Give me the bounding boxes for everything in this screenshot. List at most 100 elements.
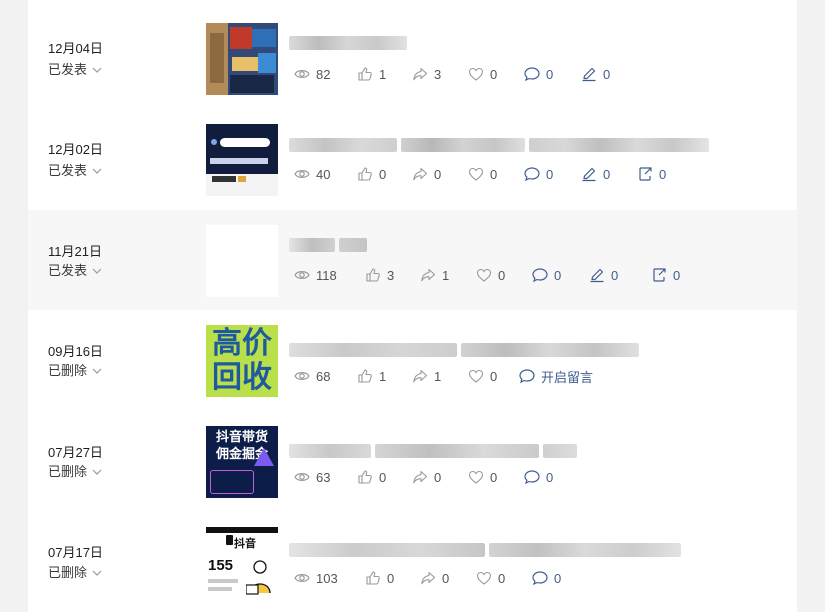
heart-icon (468, 67, 484, 81)
comment-bubble-icon (519, 369, 535, 384)
enable-comments-link[interactable]: 开启留言 (519, 367, 609, 386)
post-thumbnail[interactable] (206, 225, 278, 297)
chevron-down-icon (92, 67, 102, 73)
export-metric[interactable]: 0 (651, 267, 707, 283)
comments-count: 0 (546, 469, 554, 485)
shares-count: 3 (434, 66, 442, 82)
list-item: 12月02日 已发表 40 0 0 0 0 0 0 (28, 100, 797, 200)
heart-icon (468, 470, 484, 484)
chevron-down-icon (92, 570, 102, 576)
edit-count: 0 (603, 166, 611, 182)
post-metrics: 82 1 3 0 0 0 (294, 65, 637, 83)
pencil-icon (582, 167, 596, 182)
post-thumbnail[interactable]: 抖音带货 佣金掘金 (206, 426, 278, 498)
thumbnail-image (206, 23, 278, 95)
comment-bubble-icon (524, 167, 540, 182)
comments-metric[interactable]: 0 (524, 66, 581, 82)
comment-bubble-icon (532, 571, 548, 586)
likes-count: 3 (387, 267, 395, 283)
shares-metric: 3 (412, 66, 468, 82)
export-doc-icon (639, 167, 652, 181)
likes-metric: 3 (365, 267, 420, 283)
status-label: 已删除 (48, 565, 88, 580)
post-title-blurred[interactable] (289, 342, 639, 358)
thumbnail-caption-line (208, 579, 238, 583)
likes-count: 0 (379, 166, 387, 182)
publish-date: 07月17日 (48, 545, 103, 560)
views-metric: 118 (294, 267, 365, 283)
favorites-metric: 0 (468, 166, 524, 182)
thumbnail-headline: 高价 (212, 326, 272, 361)
shares-count: 1 (434, 368, 442, 384)
person-illustration (245, 559, 274, 595)
heart-icon (468, 167, 484, 181)
views-metric: 68 (294, 368, 357, 384)
status-label: 已删除 (48, 363, 88, 378)
likes-metric: 0 (357, 469, 412, 485)
post-thumbnail[interactable]: 抖音 155 (206, 527, 278, 599)
status-dropdown[interactable]: 已发表 (48, 62, 102, 78)
export-count: 0 (673, 267, 681, 283)
comment-bubble-icon (524, 67, 540, 82)
views-count: 82 (316, 66, 331, 82)
favorites-metric: 0 (476, 267, 532, 283)
comments-metric[interactable]: 0 (524, 469, 581, 485)
thumbnail-headline: 抖音带货 (215, 430, 268, 445)
status-label: 已删除 (48, 464, 88, 479)
post-thumbnail[interactable] (206, 124, 278, 196)
status-dropdown[interactable]: 已删除 (48, 363, 102, 379)
favorites-metric: 0 (468, 368, 519, 384)
share-arrow-icon (413, 167, 428, 181)
post-title-blurred[interactable] (289, 542, 681, 558)
status-dropdown[interactable]: 已发表 (48, 163, 102, 179)
comment-bubble-icon (524, 470, 540, 485)
comments-metric[interactable]: 0 (524, 166, 581, 182)
post-title-blurred[interactable] (289, 137, 709, 153)
publish-date: 11月21日 (48, 244, 102, 259)
status-dropdown[interactable]: 已删除 (48, 464, 102, 480)
share-arrow-icon (413, 369, 428, 383)
thumbnail-text: 高价 回收 (206, 327, 278, 395)
edit-count: 0 (603, 66, 611, 82)
edit-metric[interactable]: 0 (581, 66, 637, 82)
share-arrow-icon (413, 67, 428, 81)
thumbs-up-icon (358, 470, 372, 484)
shares-metric: 0 (412, 166, 468, 182)
share-arrow-icon (421, 571, 436, 585)
views-count: 63 (316, 469, 331, 485)
post-title-blurred[interactable] (289, 35, 407, 51)
views-count: 103 (316, 570, 338, 586)
edit-count: 0 (611, 267, 619, 283)
chevron-down-icon (92, 268, 102, 274)
status-dropdown[interactable]: 已发表 (48, 263, 102, 279)
eye-icon (294, 574, 310, 582)
thumbnail-brand: 抖音 (234, 538, 256, 550)
chevron-down-icon (92, 368, 102, 374)
edit-metric[interactable]: 0 (581, 166, 637, 182)
thumbs-up-icon (366, 268, 380, 282)
comments-metric[interactable]: 0 (532, 570, 589, 586)
pencil-icon (590, 268, 604, 283)
comments-metric[interactable]: 0 (532, 267, 589, 283)
list-item: 07月27日 已删除 抖音带货 佣金掘金 63 0 0 0 0 (28, 410, 797, 510)
chevron-down-icon (92, 168, 102, 174)
eye-icon (294, 170, 310, 178)
eye-icon (294, 271, 310, 279)
status-label: 已发表 (48, 163, 88, 178)
export-metric[interactable]: 0 (637, 166, 693, 182)
thumbnail-triangle (254, 448, 274, 466)
likes-metric: 1 (357, 368, 412, 384)
likes-metric: 0 (357, 166, 412, 182)
likes-count: 1 (379, 66, 387, 82)
export-count: 0 (659, 166, 667, 182)
shares-metric: 0 (420, 570, 476, 586)
edit-metric[interactable]: 0 (589, 267, 651, 283)
likes-count: 1 (379, 368, 387, 384)
chevron-down-icon (92, 469, 102, 475)
post-thumbnail[interactable]: 高价 回收 (206, 325, 278, 397)
likes-count: 0 (387, 570, 395, 586)
post-title-blurred[interactable] (289, 443, 577, 459)
post-title-blurred[interactable] (289, 237, 367, 253)
status-dropdown[interactable]: 已删除 (48, 565, 102, 581)
post-thumbnail[interactable] (206, 23, 278, 95)
